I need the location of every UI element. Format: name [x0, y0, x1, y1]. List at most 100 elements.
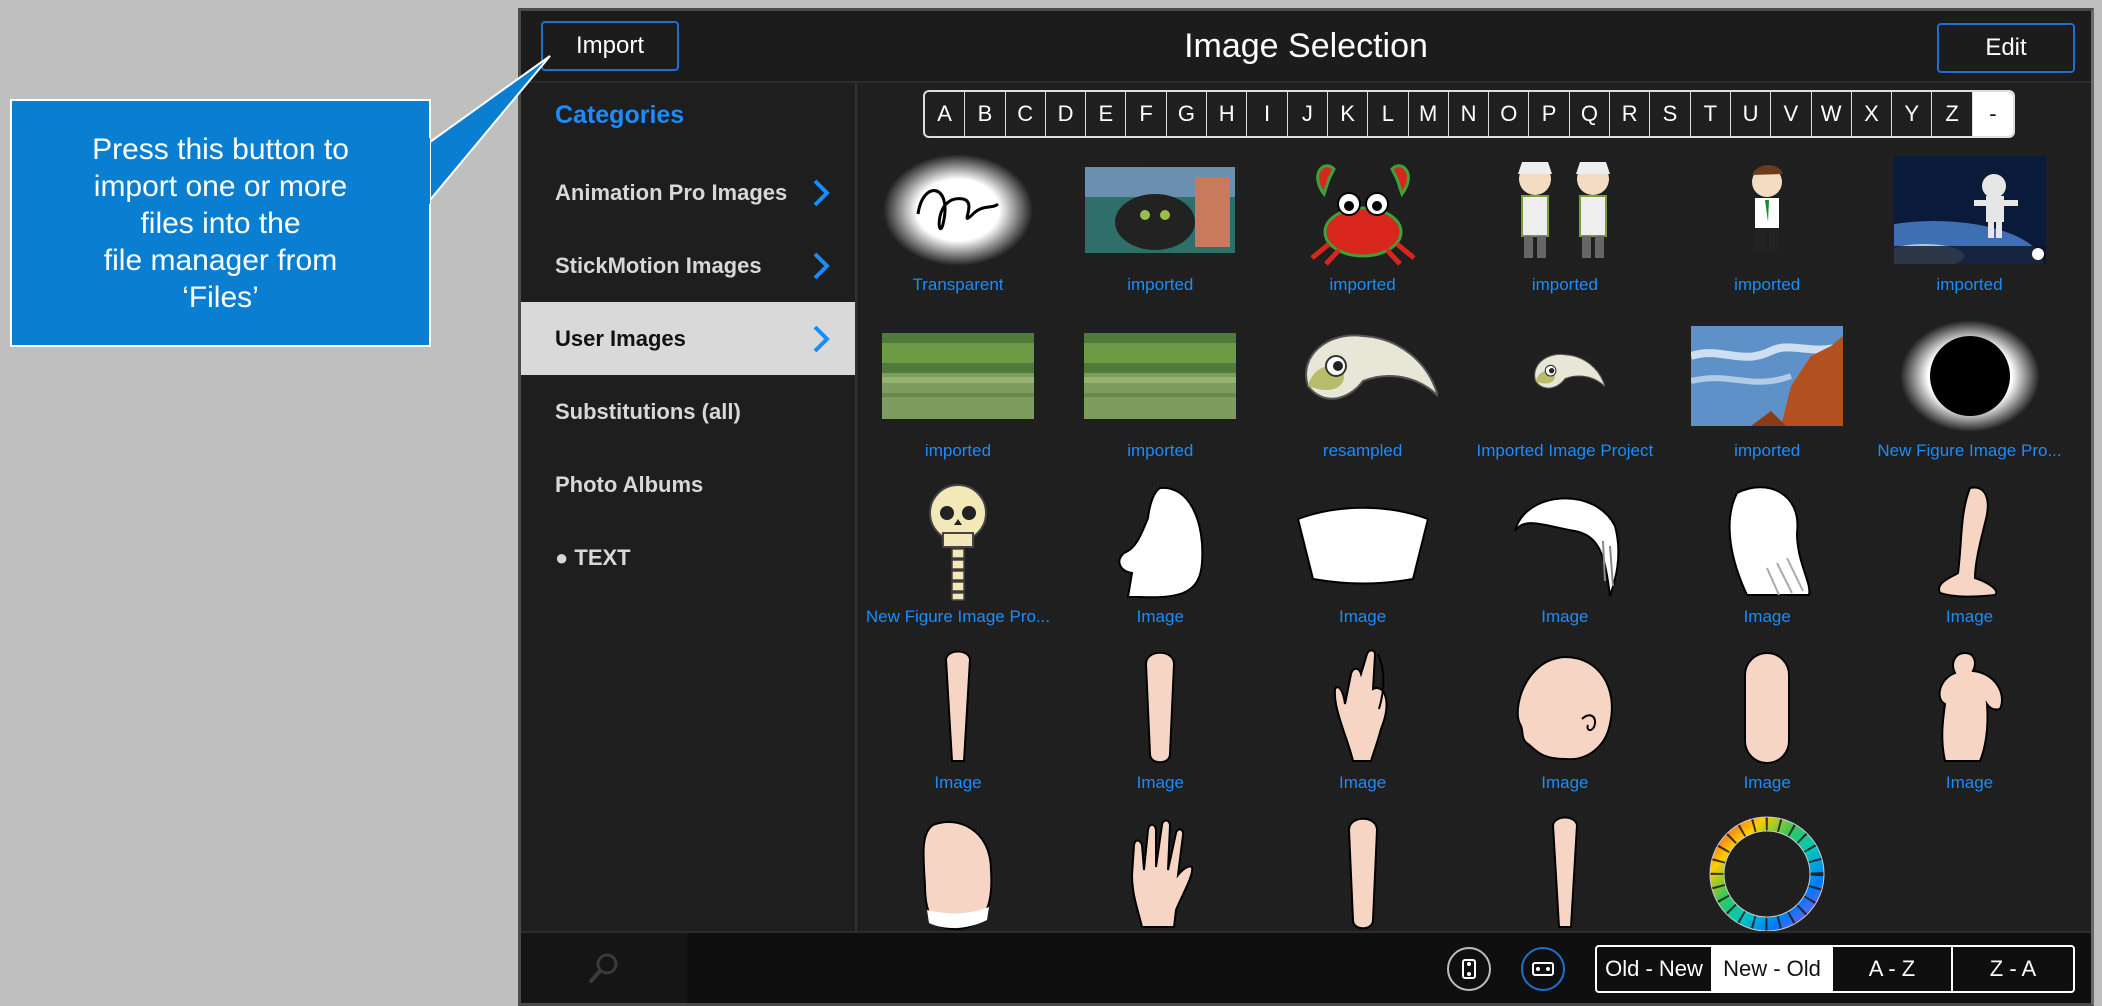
alpha-letter-q[interactable]: Q — [1570, 92, 1611, 136]
sidebar-item-stickmotion-images[interactable]: StickMotion Images — [521, 229, 855, 302]
limb-thin-icon — [878, 649, 1038, 767]
image-caption: Image — [1136, 773, 1184, 792]
image-tile[interactable]: Image — [1869, 483, 2071, 649]
image-tile[interactable]: Image — [1666, 649, 1868, 815]
alpha-letter-c[interactable]: C — [1006, 92, 1046, 136]
image-tile[interactable]: Image — [1262, 483, 1464, 649]
sidebar-item-text[interactable]: ● TEXT — [521, 521, 855, 594]
alpha-letter-s[interactable]: S — [1650, 92, 1691, 136]
alpha-letter-a[interactable]: A — [925, 92, 966, 136]
crab-icon — [1283, 151, 1443, 269]
fit-vertical-button[interactable] — [1447, 947, 1491, 991]
alpha-letter-dash[interactable]: - — [1972, 92, 2014, 136]
image-caption: Image — [934, 773, 982, 792]
hand-side-icon — [1283, 649, 1443, 767]
chevron-right-icon — [813, 325, 830, 353]
alpha-letter-k[interactable]: K — [1328, 92, 1369, 136]
image-tile[interactable]: Image — [1059, 649, 1261, 815]
sidebar-item-label: Photo Albums — [555, 471, 704, 497]
image-tile[interactable]: Image — [1059, 483, 1261, 649]
sort-a-z[interactable]: A - Z — [1833, 947, 1953, 991]
sidebar-item-user-images[interactable]: User Images — [521, 302, 855, 375]
image-caption: New Figure Image Pro... — [1877, 441, 2062, 460]
bird-head-icon — [1283, 317, 1443, 435]
image-tile[interactable]: imported — [1666, 151, 1868, 317]
image-tile[interactable]: Image — [1869, 649, 2071, 815]
alpha-letter-b[interactable]: B — [965, 92, 1006, 136]
alpha-letter-g[interactable]: G — [1167, 92, 1208, 136]
sort-new-old[interactable]: New - Old — [1713, 947, 1833, 991]
image-caption: Image — [1945, 607, 1994, 626]
image-caption: Image — [1743, 607, 1791, 626]
alpha-letter-i[interactable]: I — [1247, 92, 1288, 136]
sidebar-item-label: ● TEXT — [555, 544, 631, 570]
image-caption: resampled — [1322, 441, 1403, 460]
alpha-letter-y[interactable]: Y — [1892, 92, 1933, 136]
image-caption: imported — [1329, 275, 1396, 294]
alpha-letter-h[interactable]: H — [1207, 92, 1248, 136]
image-tile[interactable]: New Figure Image Pro... — [857, 483, 1059, 649]
image-grid: Transparent imported imported imported impor… — [857, 151, 2091, 941]
color-wheel-icon — [1687, 815, 1847, 933]
image-tile[interactable]: Image — [1464, 483, 1666, 649]
image-tile[interactable] — [857, 815, 1059, 941]
image-tile[interactable]: Image — [1666, 483, 1868, 649]
sky-photo-icon — [1687, 317, 1847, 435]
image-tile[interactable] — [1059, 815, 1261, 941]
fit-horizontal-button[interactable] — [1521, 947, 1565, 991]
limb-icon — [1080, 649, 1240, 767]
image-tile[interactable]: Image — [857, 649, 1059, 815]
limb-icon — [1283, 815, 1443, 933]
alpha-letter-v[interactable]: V — [1771, 92, 1812, 136]
chevron-right-icon — [813, 252, 830, 280]
alpha-letter-o[interactable]: O — [1489, 92, 1530, 136]
image-caption: imported — [924, 441, 992, 460]
search-button[interactable] — [521, 933, 687, 1003]
image-tile[interactable]: imported — [857, 317, 1059, 483]
palm-icon — [878, 815, 1038, 933]
image-tile[interactable] — [1666, 815, 1868, 941]
alpha-letter-l[interactable]: L — [1368, 92, 1409, 136]
image-tile[interactable]: imported — [1059, 151, 1261, 317]
alpha-letter-z[interactable]: Z — [1932, 92, 1973, 136]
alpha-letter-t[interactable]: T — [1691, 92, 1731, 136]
alpha-letter-e[interactable]: E — [1086, 92, 1127, 136]
hair-long-icon — [1687, 483, 1847, 601]
edit-button[interactable]: Edit — [1937, 23, 2075, 73]
image-caption: Image — [1338, 607, 1387, 626]
alpha-letter-f[interactable]: F — [1126, 92, 1167, 136]
image-caption: Transparent — [912, 275, 1004, 294]
image-tile[interactable]: New Figure Image Pro... — [1869, 317, 2071, 483]
image-tile[interactable] — [1464, 815, 1666, 941]
alpha-letter-j[interactable]: J — [1288, 92, 1328, 136]
sort-z-a[interactable]: Z - A — [1953, 947, 2073, 991]
sort-old-new[interactable]: Old - New — [1597, 947, 1713, 991]
image-tile[interactable]: imported — [1869, 151, 2071, 317]
image-tile[interactable]: Image — [1262, 649, 1464, 815]
alpha-letter-x[interactable]: X — [1852, 92, 1893, 136]
image-tile[interactable]: imported — [1666, 317, 1868, 483]
image-tile[interactable]: imported — [1464, 151, 1666, 317]
alpha-letter-u[interactable]: U — [1731, 92, 1772, 136]
sidebar-item-substitutions-all[interactable]: Substitutions (all) — [521, 375, 855, 448]
signature-icon — [878, 151, 1038, 269]
sidebar-item-animation-pro-images[interactable]: Animation Pro Images — [521, 156, 855, 229]
image-tile[interactable]: resampled — [1262, 317, 1464, 483]
head-profile-icon — [1080, 483, 1240, 601]
sidebar-item-photo-albums[interactable]: Photo Albums — [521, 448, 855, 521]
head-icon — [1485, 649, 1645, 767]
image-tile[interactable]: imported — [1262, 151, 1464, 317]
image-tile[interactable]: Image — [1464, 649, 1666, 815]
image-tile[interactable] — [1262, 815, 1464, 941]
alpha-letter-d[interactable]: D — [1046, 92, 1087, 136]
image-caption: imported — [1734, 275, 1801, 294]
image-tile[interactable]: imported — [1059, 317, 1261, 483]
alpha-letter-r[interactable]: R — [1610, 92, 1651, 136]
alpha-letter-p[interactable]: P — [1529, 92, 1570, 136]
image-tile[interactable]: Transparent — [857, 151, 1059, 317]
alpha-letter-n[interactable]: N — [1449, 92, 1490, 136]
page-title: Image Selection — [1184, 27, 1428, 65]
image-tile[interactable]: Imported Image Project — [1464, 317, 1666, 483]
alpha-letter-w[interactable]: W — [1812, 92, 1852, 136]
alpha-letter-m[interactable]: M — [1409, 92, 1449, 136]
